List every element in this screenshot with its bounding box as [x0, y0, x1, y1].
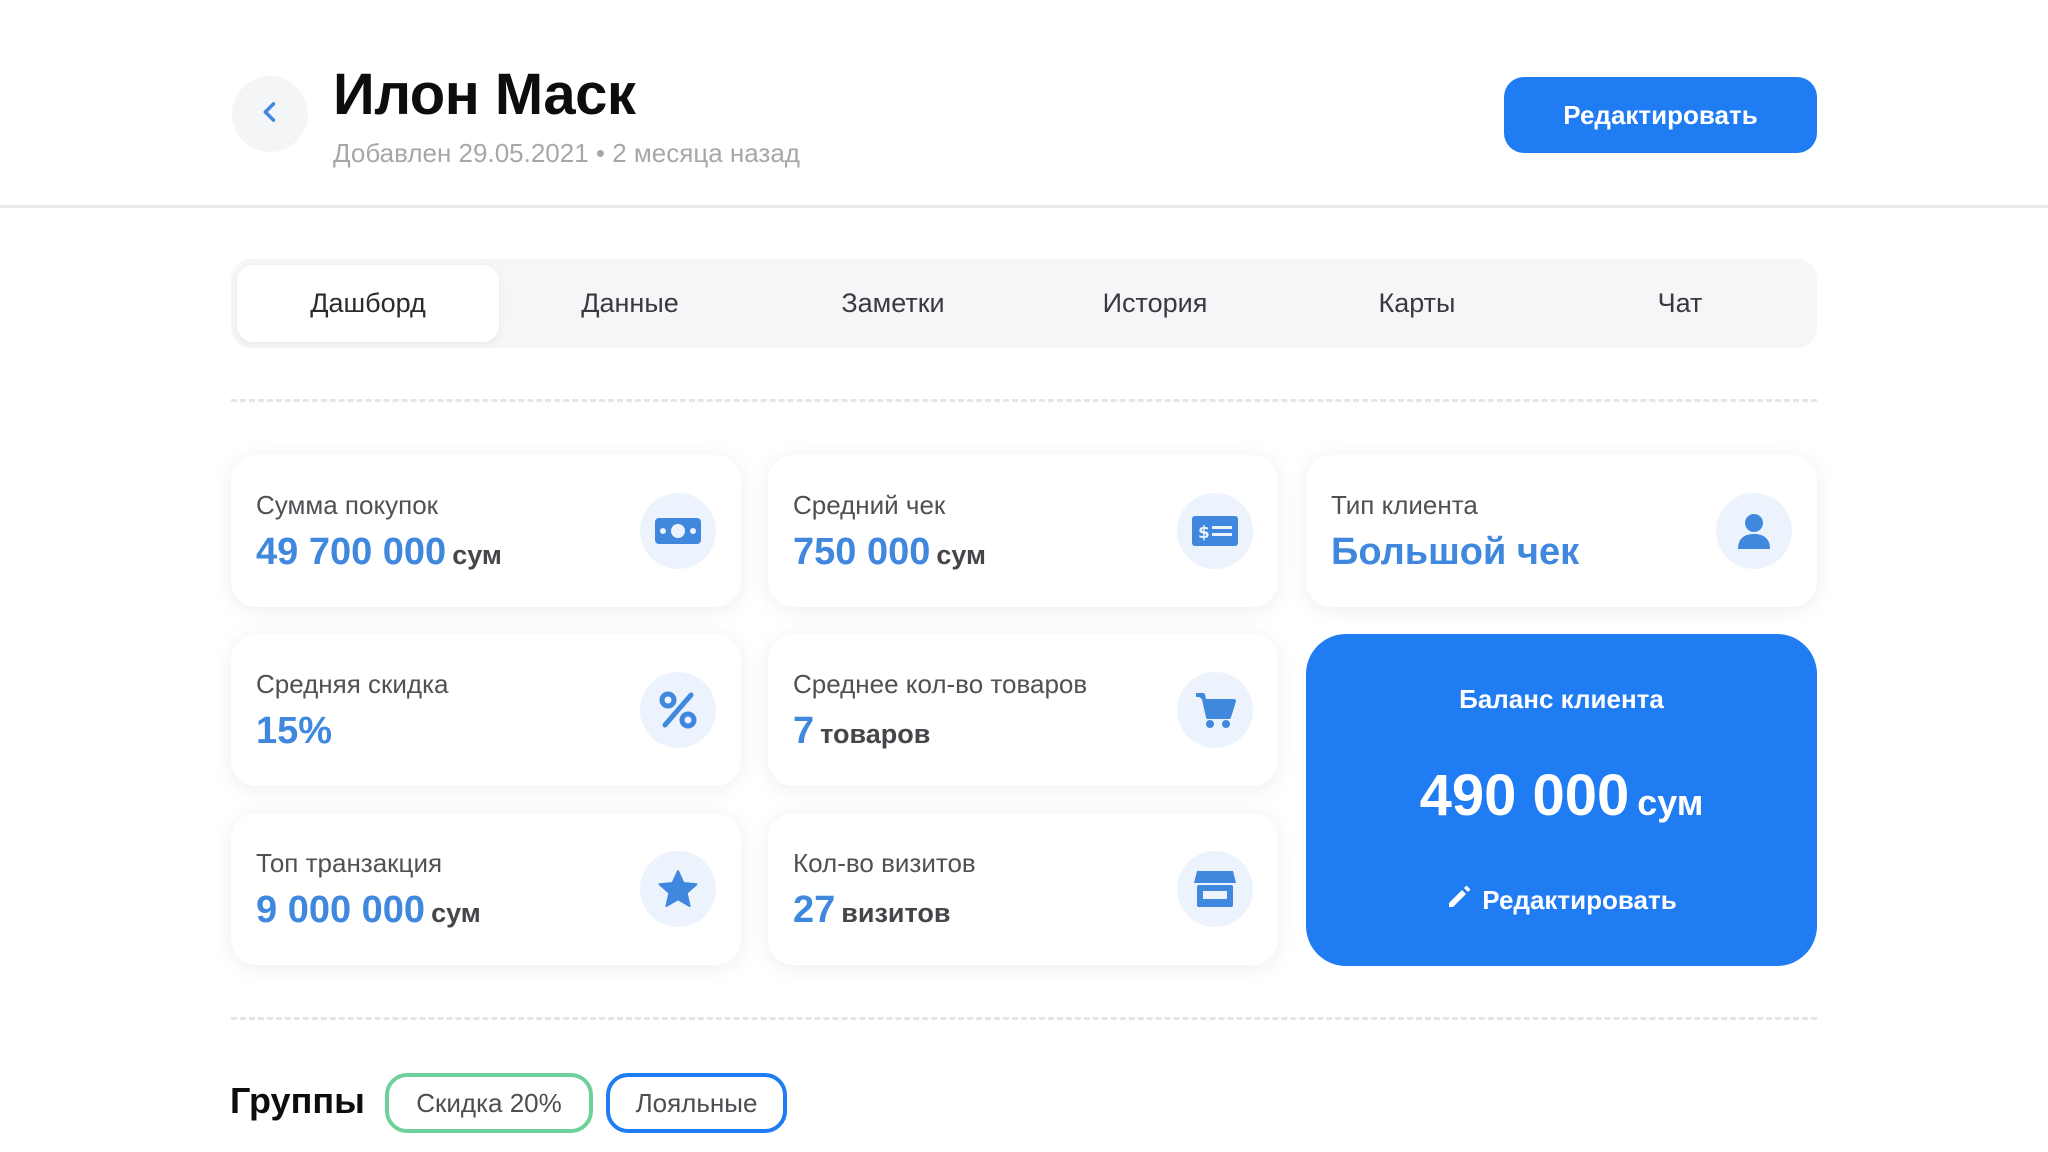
- chevron-left-icon: [256, 98, 284, 131]
- stat-value: Большой чек: [1331, 531, 1580, 573]
- client-balance-card: Баланс клиента 490 000 сум Редактировать: [1306, 634, 1817, 966]
- pencil-icon: [1446, 884, 1472, 917]
- stat-label: Кол-во визитов: [793, 848, 976, 878]
- divider: [231, 1017, 1817, 1020]
- balance-title: Баланс клиента: [1459, 684, 1664, 714]
- stat-value: 7 товаров: [793, 710, 931, 752]
- user-icon: [1716, 493, 1792, 569]
- stat-card-avg-items: Среднее кол-во товаров 7 товаров: [768, 634, 1278, 786]
- tab-cards[interactable]: Карты: [1286, 265, 1548, 342]
- back-button[interactable]: [232, 76, 308, 152]
- stat-label: Средняя скидка: [256, 669, 449, 699]
- stat-value: 49 700 000 сум: [256, 531, 502, 573]
- stat-card-top-transaction: Топ транзакция 9 000 000 сум: [231, 813, 741, 965]
- stat-card-visits: Кол-во визитов 27 визитов: [768, 813, 1278, 965]
- stat-label: Среднее кол-во товаров: [793, 669, 1088, 699]
- header: Илон Маск Добавлен 29.05.2021 • 2 месяца…: [0, 0, 2048, 208]
- edit-button[interactable]: Редактировать: [1504, 77, 1817, 153]
- edit-balance-button[interactable]: Редактировать: [1306, 884, 1817, 917]
- svg-text:$: $: [1198, 523, 1210, 543]
- stat-label: Тип клиента: [1331, 490, 1478, 520]
- tab-bar: Дашборд Данные Заметки История Карты Чат: [231, 259, 1817, 348]
- stat-value: 27 визитов: [793, 889, 951, 931]
- star-icon: [640, 851, 716, 927]
- page-subtitle: Добавлен 29.05.2021 • 2 месяца назад: [333, 138, 800, 168]
- tab-chat[interactable]: Чат: [1549, 265, 1811, 342]
- divider: [231, 399, 1817, 402]
- stat-label: Сумма покупок: [256, 490, 439, 520]
- stat-card-avg-discount: Средняя скидка 15%: [231, 634, 741, 786]
- group-chip-loyal[interactable]: Лояльные: [606, 1073, 787, 1133]
- balance-value: 490 000 сум: [1419, 763, 1704, 828]
- tab-notes[interactable]: Заметки: [762, 265, 1024, 342]
- cart-icon: [1177, 672, 1253, 748]
- stat-card-avg-check: Средний чек 750 000 сум $: [768, 455, 1278, 607]
- tab-data[interactable]: Данные: [499, 265, 761, 342]
- stat-card-client-type: Тип клиента Большой чек: [1306, 455, 1817, 607]
- percent-icon: [640, 672, 716, 748]
- edit-balance-label: Редактировать: [1482, 885, 1677, 915]
- stat-label: Топ транзакция: [256, 848, 443, 878]
- receipt-icon: $: [1177, 493, 1253, 569]
- banknote-icon: [640, 493, 716, 569]
- stat-value: 15%: [256, 710, 333, 752]
- page-title: Илон Маск: [333, 62, 636, 127]
- stat-value: 750 000 сум: [793, 531, 987, 573]
- stat-label: Средний чек: [793, 490, 946, 520]
- stat-card-purchase-sum: Сумма покупок 49 700 000 сум: [231, 455, 741, 607]
- group-chip-discount[interactable]: Скидка 20%: [385, 1073, 593, 1133]
- tab-dashboard[interactable]: Дашборд: [237, 265, 499, 342]
- stat-value: 9 000 000 сум: [256, 889, 481, 931]
- groups-title: Группы: [230, 1080, 365, 1121]
- store-icon: [1177, 851, 1253, 927]
- tab-history[interactable]: История: [1024, 265, 1286, 342]
